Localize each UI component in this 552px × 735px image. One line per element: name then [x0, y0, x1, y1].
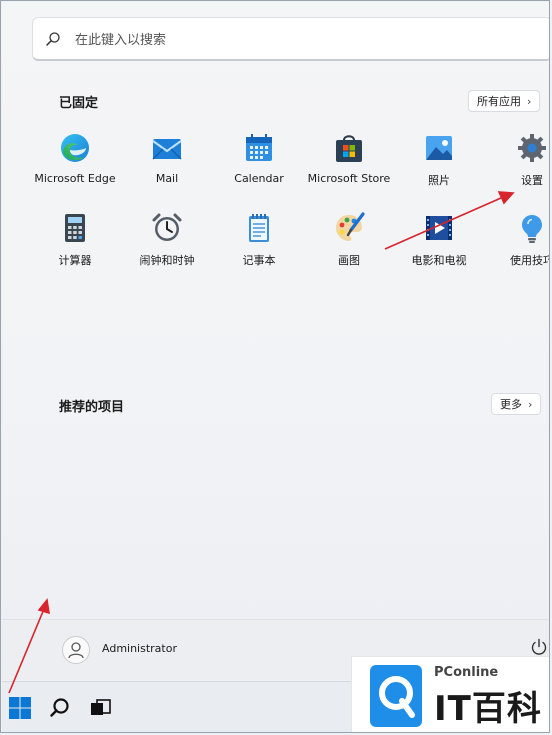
- app-label: 使用技巧: [510, 254, 550, 267]
- app-label: Microsoft Store: [307, 172, 391, 185]
- pinned-app-movies-tv[interactable]: 电影和电视: [393, 212, 485, 282]
- pinned-app-tips[interactable]: 使用技巧: [486, 212, 550, 282]
- chevron-right-icon: ›: [527, 94, 532, 108]
- pconline-watermark: PConline IT百科: [351, 656, 549, 732]
- edge-icon: [61, 134, 89, 162]
- app-label: 计算器: [58, 254, 92, 267]
- pinned-app-calendar[interactable]: Calendar: [213, 132, 305, 202]
- calculator-icon: [65, 214, 85, 242]
- pinned-app-calculator[interactable]: 计算器: [29, 212, 121, 282]
- movies-tv-icon: [426, 216, 452, 240]
- pinned-title: 已固定: [59, 96, 99, 111]
- gear-icon: [518, 134, 546, 162]
- pinned-app-notepad[interactable]: 记事本: [213, 212, 305, 282]
- paint-icon: [336, 212, 365, 241]
- all-apps-label: 所有应用: [477, 95, 521, 108]
- search-icon: [46, 32, 60, 46]
- screenshot-frame: 已固定 所有应用 › Microsoft Edge: [0, 0, 550, 733]
- notepad-icon: [249, 214, 269, 242]
- photos-icon: [426, 136, 452, 160]
- app-label: 电影和电视: [411, 254, 467, 267]
- calendar-icon: [246, 134, 272, 161]
- more-label: 更多: [500, 398, 522, 411]
- app-label: 照片: [428, 174, 450, 187]
- pinned-app-store[interactable]: Microsoft Store: [303, 132, 395, 202]
- tips-icon: [522, 215, 542, 243]
- pinned-app-settings[interactable]: 设置: [486, 132, 549, 202]
- app-label: 画图: [338, 254, 360, 267]
- recommended-title: 推荐的项目: [59, 400, 125, 415]
- watermark-brand-top: PConline: [434, 665, 499, 680]
- taskbar-search-icon[interactable]: [46, 694, 74, 722]
- app-label: 记事本: [242, 254, 276, 267]
- task-view-icon[interactable]: [86, 694, 114, 722]
- app-label: 闹钟和时钟: [139, 254, 195, 267]
- alarm-clock-icon: [152, 213, 182, 241]
- mail-icon: [152, 139, 182, 160]
- app-label: Microsoft Edge: [34, 172, 116, 185]
- user-avatar[interactable]: [62, 636, 90, 664]
- more-button[interactable]: 更多 ›: [491, 393, 542, 415]
- store-icon: [336, 135, 362, 162]
- search-input[interactable]: [73, 29, 477, 51]
- power-icon[interactable]: [530, 638, 548, 656]
- app-label: Mail: [155, 172, 179, 185]
- person-icon: [68, 642, 84, 659]
- pinned-app-mail[interactable]: Mail: [121, 132, 213, 202]
- pinned-app-alarms[interactable]: 闹钟和时钟: [121, 212, 213, 282]
- pconline-logo-icon: [370, 665, 422, 727]
- watermark-brand-main: IT百科: [434, 689, 542, 729]
- search-box[interactable]: [32, 17, 549, 61]
- start-button-windows-icon[interactable]: [6, 694, 34, 722]
- app-label: Calendar: [234, 172, 284, 185]
- app-label: 设置: [521, 174, 543, 187]
- all-apps-button[interactable]: 所有应用 ›: [468, 90, 541, 112]
- start-menu: 已固定 所有应用 › Microsoft Edge: [2, 2, 550, 680]
- pinned-app-edge[interactable]: Microsoft Edge: [29, 132, 121, 202]
- pinned-app-photos[interactable]: 照片: [393, 132, 485, 202]
- chevron-right-icon: ›: [528, 397, 533, 411]
- user-name[interactable]: Administrator: [102, 642, 177, 655]
- pinned-app-paint[interactable]: 画图: [303, 212, 395, 282]
